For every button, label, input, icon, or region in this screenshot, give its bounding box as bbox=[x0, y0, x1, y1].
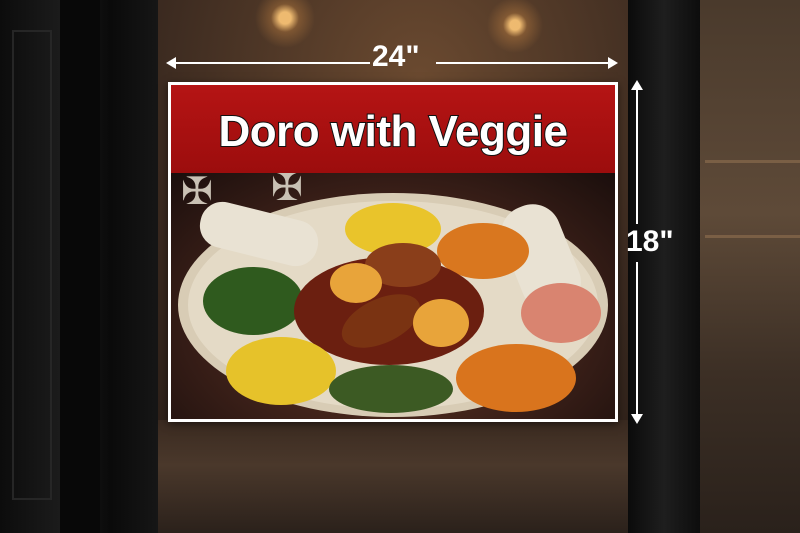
food-photo: ✠ ✠ bbox=[171, 173, 615, 419]
arrow-left-icon bbox=[166, 57, 176, 69]
corn-bottom bbox=[226, 337, 336, 405]
shelf bbox=[705, 160, 800, 163]
arrow-right-icon bbox=[608, 57, 618, 69]
right-room-view bbox=[695, 0, 800, 533]
egg-right bbox=[413, 299, 469, 347]
poster-headline: Doro with Veggie bbox=[218, 106, 569, 157]
tomato-salad bbox=[521, 283, 601, 343]
width-dimension-line bbox=[436, 62, 612, 64]
food-platter bbox=[178, 193, 608, 417]
door-frame-left-inner bbox=[60, 0, 100, 533]
height-dimension-line bbox=[636, 262, 638, 416]
arrow-up-icon bbox=[631, 80, 643, 90]
height-label: 18" bbox=[626, 225, 674, 258]
arrow-down-icon bbox=[631, 414, 643, 424]
width-label: 24" bbox=[372, 40, 420, 73]
shelf bbox=[705, 235, 800, 238]
spinach bbox=[203, 267, 303, 335]
egg-left bbox=[330, 263, 382, 303]
width-dimension-line bbox=[170, 62, 370, 64]
green-lentils bbox=[329, 365, 453, 413]
orange-lentils-bottom bbox=[456, 344, 576, 412]
door-panel bbox=[12, 30, 52, 500]
menu-poster: Doro with Veggie ✠ ✠ bbox=[168, 82, 618, 422]
poster-banner: Doro with Veggie bbox=[171, 85, 615, 173]
height-dimension-line bbox=[636, 84, 638, 224]
